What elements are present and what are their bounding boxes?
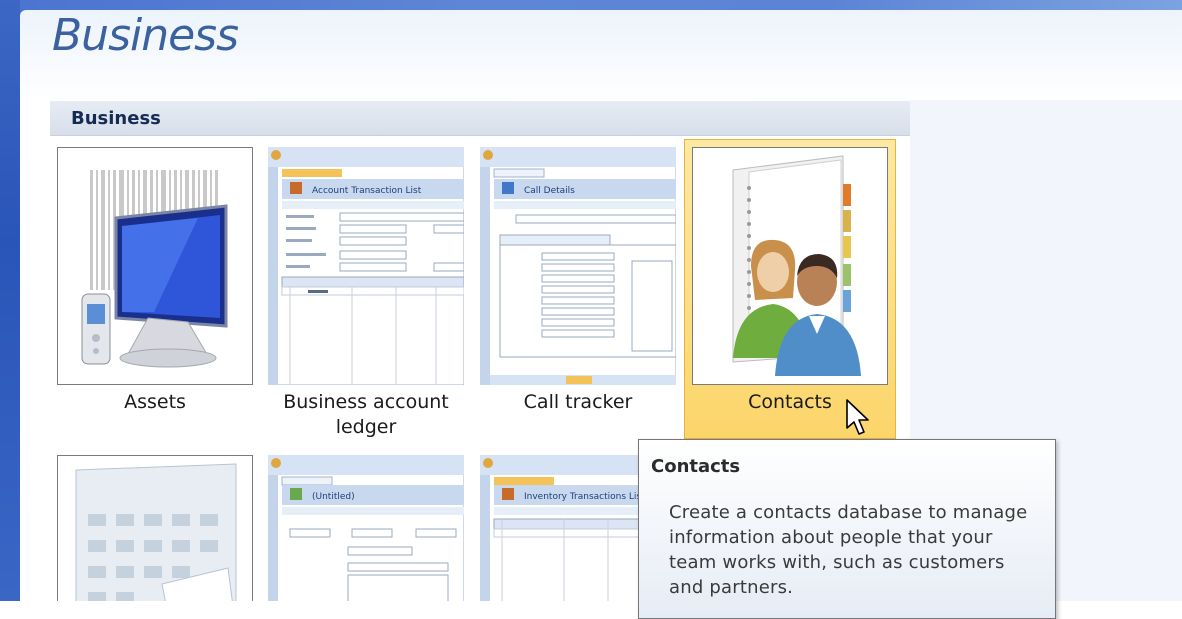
contacts-icon [693,148,887,384]
template-tile-events[interactable] [57,455,267,601]
section-header: Business [50,101,910,136]
expense-thumbnail[interactable]: (Untitled) [268,455,465,601]
form-preview-image: (Untitled) [268,455,465,601]
template-label: Business account ledger [283,391,449,438]
tooltip-title: Contacts [651,456,741,477]
template-label: Assets [124,391,186,413]
form-preview-image: Account Transaction List [267,146,465,386]
form-preview-image: Call Details [479,146,677,386]
events-thumbnail[interactable] [57,455,253,601]
window-frame-left [0,0,20,601]
calendar-icon [58,456,252,601]
template-tile-contacts[interactable]: Contacts [692,147,902,432]
template-tile-expense-report[interactable]: (Untitled) [268,455,478,601]
template-label: Call tracker [523,391,633,413]
call-form-title: Call Details [524,186,575,196]
assets-icon [58,148,252,384]
contacts-thumbnail[interactable] [692,147,888,385]
template-tile-call-tracker[interactable]: Call Details Call tracker [479,146,690,413]
tooltip-description: Create a contacts database to manage inf… [669,502,1028,598]
call-tracker-thumbnail[interactable]: Call Details [479,146,677,386]
mouse-pointer-icon [846,399,869,435]
template-tooltip: Contacts Create a contacts database to m… [638,439,1056,619]
ledger-form-title: Account Transaction List [312,186,422,196]
section-title: Business [71,108,161,129]
template-tile-assets[interactable]: Assets [57,147,267,413]
expense-form-title: (Untitled) [312,492,355,502]
template-tile-business-account-ledger[interactable]: Account Transaction List Business accoun… [267,146,478,442]
page-title: Business [52,10,239,61]
assets-thumbnail[interactable] [57,147,253,385]
ledger-thumbnail[interactable]: Account Transaction List [267,146,465,386]
inventory-form-title: Inventory Transactions Lis [524,492,641,502]
